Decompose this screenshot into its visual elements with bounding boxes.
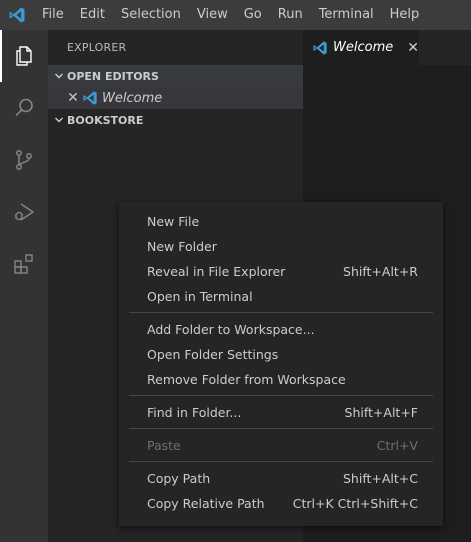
activity-explorer[interactable]: [0, 30, 48, 82]
menu-go[interactable]: Go: [236, 0, 270, 30]
menu-selection[interactable]: Selection: [113, 0, 189, 30]
menu-item-label: Copy Relative Path: [147, 496, 265, 511]
menu-terminal[interactable]: Terminal: [311, 0, 382, 30]
menu-file[interactable]: File: [34, 0, 72, 30]
menu-item-label: Open Folder Settings: [147, 347, 279, 362]
menu-view[interactable]: View: [189, 0, 236, 30]
chevron-down-icon: [52, 113, 66, 127]
open-editor-item[interactable]: ✕ Welcome: [48, 87, 303, 109]
menu-edit[interactable]: Edit: [72, 0, 113, 30]
vscode-file-icon: [312, 40, 328, 56]
context-menu-item-find-in-folder[interactable]: Find in Folder... Shift+Alt+F: [119, 400, 443, 425]
menu-separator: [129, 312, 433, 313]
menu-help[interactable]: Help: [382, 0, 428, 30]
menu-item-label: Open in Terminal: [147, 289, 253, 304]
open-editor-label: Welcome: [102, 90, 163, 106]
activity-extensions[interactable]: [0, 238, 48, 290]
context-menu-item-copy-path[interactable]: Copy Path Shift+Alt+C: [119, 466, 443, 491]
menu-bar: File Edit Selection View Go Run Terminal Help: [34, 0, 427, 30]
tab-welcome[interactable]: Welcome ✕: [303, 30, 419, 65]
search-icon: [15, 98, 33, 117]
menu-item-label: Copy Path: [147, 471, 211, 486]
context-menu-item-paste: Paste Ctrl+V: [119, 433, 443, 458]
open-editors-header[interactable]: OPEN EDITORS: [48, 65, 303, 87]
activity-bar: [0, 30, 48, 542]
title-bar: File Edit Selection View Go Run Terminal Help: [0, 0, 471, 30]
context-menu-item-open-folder-settings[interactable]: Open Folder Settings: [119, 342, 443, 367]
keyboard-shortcut: Ctrl+V: [376, 438, 418, 453]
folder-header-bookstore[interactable]: BOOKSTORE: [48, 109, 303, 131]
vscode-file-icon: [81, 90, 99, 106]
menu-item-label: Remove Folder from Workspace: [147, 372, 346, 387]
sidebar-title: EXPLORER: [67, 41, 127, 54]
context-menu-item-add-folder-to-workspace[interactable]: Add Folder to Workspace...: [119, 317, 443, 342]
chevron-down-icon: [52, 69, 66, 83]
extensions-icon: [14, 254, 33, 274]
context-menu-item-copy-relative-path[interactable]: Copy Relative Path Ctrl+K Ctrl+Shift+C: [119, 491, 443, 516]
context-menu-item-new-file[interactable]: New File: [119, 209, 443, 234]
context-menu-item-new-folder[interactable]: New Folder: [119, 234, 443, 259]
tab-label: Welcome: [333, 40, 394, 55]
context-menu-item-remove-folder-from-workspace[interactable]: Remove Folder from Workspace: [119, 367, 443, 392]
source-control-icon: [16, 150, 32, 170]
editor-tabs: Welcome ✕: [303, 30, 471, 65]
keyboard-shortcut: Shift+Alt+C: [342, 471, 418, 486]
menu-item-label: New File: [147, 214, 200, 229]
close-icon[interactable]: ✕: [66, 90, 80, 106]
close-icon[interactable]: ✕: [407, 40, 419, 56]
explorer-icon: [16, 46, 32, 66]
menu-run[interactable]: Run: [270, 0, 311, 30]
menu-separator: [129, 428, 433, 429]
menu-item-label: Find in Folder...: [147, 405, 242, 420]
menu-item-label: Add Folder to Workspace...: [147, 322, 315, 337]
activity-search[interactable]: [0, 82, 48, 134]
menu-item-label: Reveal in File Explorer: [147, 264, 286, 279]
folder-label: BOOKSTORE: [67, 113, 144, 127]
context-menu: New File New Folder Reveal in File Explore…: [119, 202, 443, 526]
menu-separator: [129, 395, 433, 396]
activity-source-control[interactable]: [0, 134, 48, 186]
menu-item-label: Paste: [147, 438, 181, 453]
open-editors-label: OPEN EDITORS: [67, 69, 159, 83]
activity-run-debug[interactable]: [0, 186, 48, 238]
run-debug-icon: [14, 203, 35, 221]
menu-item-label: New Folder: [147, 239, 217, 254]
keyboard-shortcut: Ctrl+K Ctrl+Shift+C: [292, 496, 418, 511]
context-menu-item-open-in-terminal[interactable]: Open in Terminal: [119, 284, 443, 309]
vscode-logo-icon: [0, 0, 34, 30]
keyboard-shortcut: Shift+Alt+F: [344, 405, 418, 420]
keyboard-shortcut: Shift+Alt+R: [343, 264, 418, 279]
context-menu-item-reveal-in-file-explorer[interactable]: Reveal in File Explorer Shift+Alt+R: [119, 259, 443, 284]
menu-separator: [129, 461, 433, 462]
